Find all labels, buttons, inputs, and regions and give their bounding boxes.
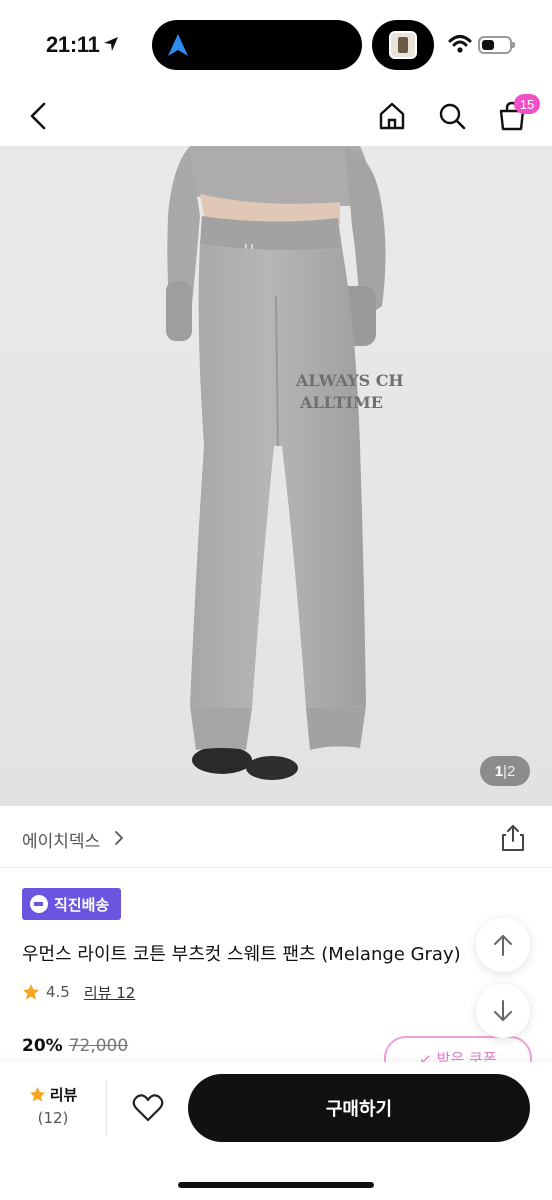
battery-icon [478, 36, 515, 54]
product-title: 우먼스 라이트 코튼 부츠컷 스웨트 팬츠 (Melange Gray) [22, 944, 461, 965]
top-navigation [0, 88, 552, 146]
search-button[interactable] [434, 98, 470, 134]
arrow-up-icon [494, 935, 512, 956]
image-counter-current: 1 [494, 762, 504, 780]
activity-thumbnail [389, 31, 417, 59]
price-row: 20% 72,000 [22, 1036, 128, 1056]
direct-delivery-badge: 직진배송 [22, 888, 122, 920]
arrow-down-icon [494, 1000, 512, 1021]
back-button[interactable] [20, 98, 56, 134]
divider [106, 1080, 107, 1136]
home-icon [379, 102, 405, 130]
pants-print-text-2: ALLTIME [299, 393, 383, 412]
star-icon [29, 1086, 45, 1102]
review-summary-button[interactable]: 리뷰 (12) [22, 1084, 84, 1127]
product-image[interactable]: ALWAYS CH ALLTIME [0, 146, 552, 806]
buy-button[interactable]: 구매하기 [188, 1074, 530, 1142]
image-counter-total: 2 [506, 762, 516, 780]
scroll-up-button[interactable] [476, 918, 530, 972]
wishlist-button[interactable] [128, 1090, 168, 1126]
wifi-icon [448, 35, 472, 53]
brand-name[interactable]: 에이치덱스 [22, 827, 100, 852]
star-icon [23, 984, 39, 1000]
brand-row[interactable]: 에이치덱스 [0, 808, 552, 868]
home-button[interactable] [374, 98, 410, 134]
review-count: (12) [37, 1109, 69, 1127]
bottom-action-bar: 리뷰 (12) 구매하기 [0, 1062, 552, 1200]
chevron-left-icon [30, 102, 46, 130]
heart-icon [132, 1094, 164, 1122]
review-summary-label: 리뷰 [22, 1084, 84, 1105]
navigation-arrow-icon [168, 34, 188, 56]
home-indicator [178, 1182, 374, 1188]
dynamic-island [152, 20, 362, 70]
status-time: 21:11 [46, 32, 100, 57]
delivery-icon [30, 895, 48, 913]
product-photo: ALWAYS CH ALLTIME [166, 146, 404, 780]
review-link[interactable]: 리뷰 12 [84, 982, 135, 1003]
image-counter: 1 | 2 [480, 756, 530, 786]
rating-row: 4.5 리뷰 12 [22, 980, 135, 1004]
location-arrow-icon [104, 37, 118, 51]
original-price: 72,000 [68, 1036, 129, 1056]
live-activity [372, 20, 434, 70]
rating-score: 4.5 [46, 983, 70, 1001]
pants-print-text: ALWAYS CH [295, 371, 404, 390]
review-label: 리뷰 [49, 1086, 78, 1104]
search-icon [439, 103, 466, 130]
status-bar: 21:11 [0, 0, 552, 90]
share-icon[interactable] [500, 824, 526, 852]
chevron-right-icon [115, 831, 123, 845]
discount-rate: 20% [22, 1036, 63, 1056]
scroll-down-button[interactable] [476, 984, 530, 1038]
cart-count-badge: 15 [514, 94, 540, 114]
delivery-badge-label: 직진배송 [54, 895, 110, 914]
